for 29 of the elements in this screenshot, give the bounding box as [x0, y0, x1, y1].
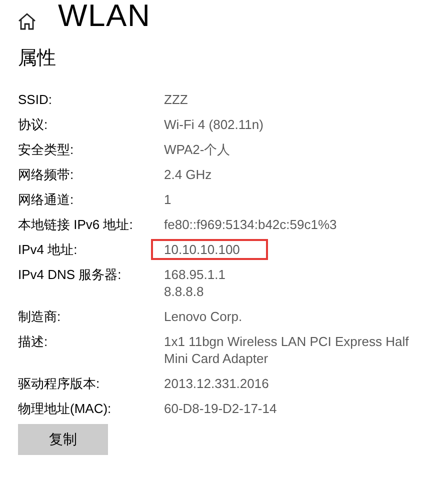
property-value: 2013.12.331.2016	[164, 375, 270, 392]
property-value: Lenovo Corp.	[164, 308, 244, 325]
property-value: ZZZ	[164, 91, 189, 108]
property-label: SSID:	[18, 91, 53, 108]
property-label: IPv4 地址:	[18, 241, 78, 258]
property-value: 1	[164, 191, 172, 208]
property-value: WPA2-个人	[164, 141, 232, 158]
property-label: IPv4 DNS 服务器:	[18, 266, 122, 283]
property-value: fe80::f969:5134:b42c:59c1%3	[164, 216, 338, 233]
property-label: 协议:	[18, 116, 49, 133]
property-label: 描述:	[18, 333, 49, 350]
property-value: Wi-Fi 4 (802.11n)	[164, 116, 264, 133]
section-heading: 属性	[17, 47, 57, 71]
property-value: 168.95.1.1	[164, 266, 226, 283]
page-title: WLAN	[58, 0, 151, 34]
property-value: 2.4 GHz	[164, 166, 213, 183]
property-label: 物理地址(MAC):	[18, 400, 112, 417]
property-value: 1x1 11bgn Wireless LAN PCI Express Half Mini Card Adapter	[164, 333, 410, 367]
home-icon[interactable]	[18, 12, 36, 30]
property-label: 驱动程序版本:	[18, 375, 101, 392]
property-label: 安全类型:	[18, 141, 75, 158]
property-label: 网络通道:	[18, 191, 75, 208]
property-value: 60-D8-19-D2-17-14	[164, 400, 278, 417]
property-value: 10.10.10.100	[164, 241, 240, 258]
copy-button[interactable]: 复制	[18, 424, 108, 455]
property-label: 本地链接 IPv6 地址:	[18, 216, 134, 233]
property-label: 网络频带:	[18, 166, 75, 183]
property-value: 8.8.8.8	[164, 283, 205, 300]
property-label: 制造商:	[18, 308, 62, 325]
